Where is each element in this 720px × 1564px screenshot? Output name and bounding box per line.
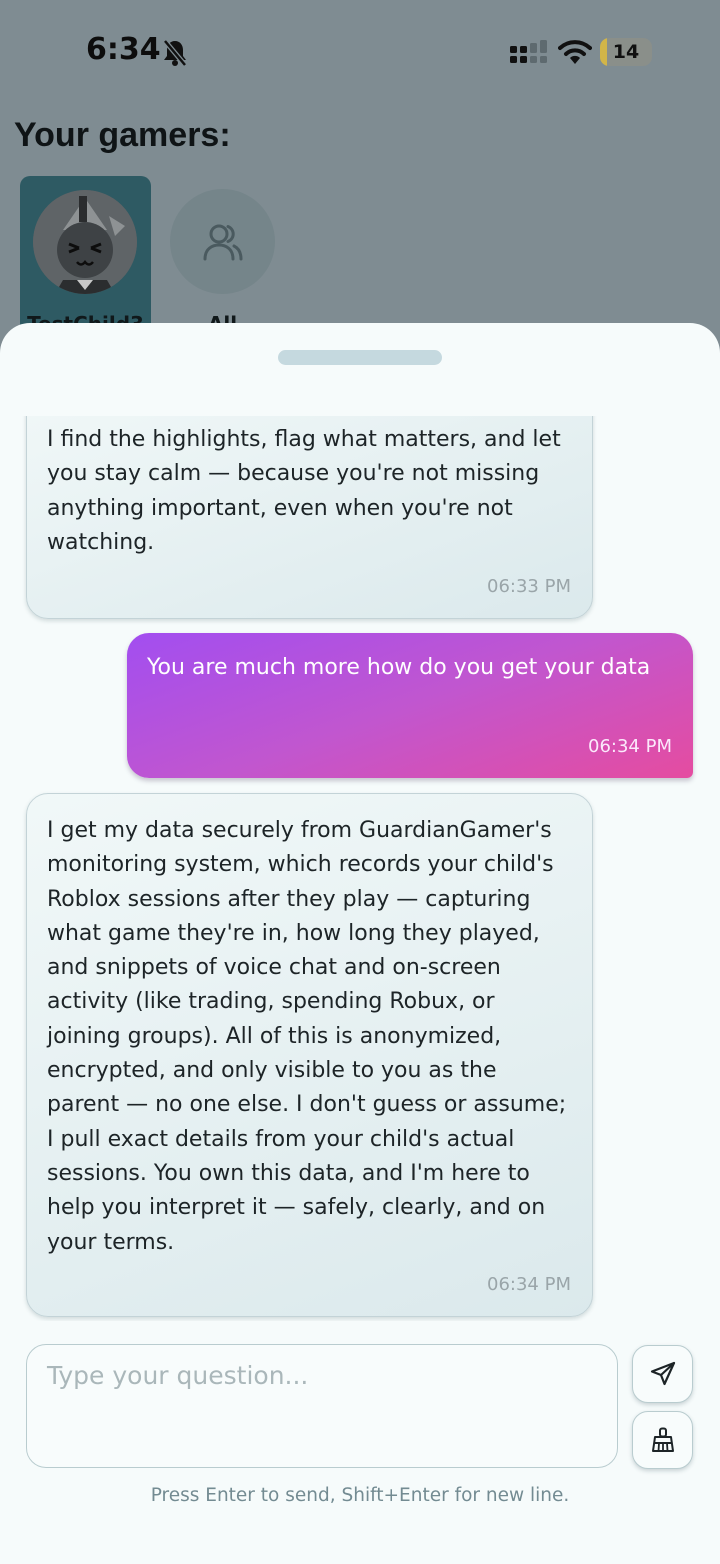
input-hint: Press Enter to send, Shift+Enter for new…: [150, 1485, 570, 1506]
message-text: I get my data securely from GuardianGame…: [47, 818, 567, 1255]
send-button[interactable]: [632, 1345, 693, 1403]
battery-level: 14: [612, 41, 640, 63]
cellular-signal-icon: [510, 40, 547, 63]
gamer-card-selected[interactable]: TestChild3: [20, 176, 151, 346]
status-bar: 6:34 14: [0, 0, 720, 100]
drag-handle[interactable]: [278, 350, 442, 365]
clear-chat-button[interactable]: [632, 1411, 693, 1469]
gamers-title: Your gamers:: [14, 116, 231, 154]
message-time: 06:34 PM: [588, 736, 672, 757]
assistant-message: I get my data securely from GuardianGame…: [26, 793, 593, 1317]
broom-icon: [652, 1427, 674, 1452]
message-time: 06:34 PM: [487, 1274, 571, 1295]
avatar-icon: [33, 190, 137, 294]
battery-icon: 14: [600, 38, 652, 66]
wifi-icon: [558, 40, 592, 64]
users-icon: [203, 224, 243, 261]
avatar: [33, 190, 137, 294]
send-icon: [650, 1361, 676, 1386]
all-gamers-button[interactable]: [170, 189, 275, 294]
assistant-message: I find the highlights, flag what matters…: [26, 416, 593, 619]
chat-sheet: I find the highlights, flag what matters…: [0, 323, 720, 1564]
question-input-box[interactable]: [26, 1344, 618, 1468]
message-text: You are much more how do you get your da…: [147, 655, 651, 680]
message-list[interactable]: I find the highlights, flag what matters…: [0, 416, 720, 1321]
message-time: 06:33 PM: [487, 576, 571, 597]
bell-slash-icon: [163, 39, 187, 67]
status-time: 6:34: [86, 32, 161, 67]
user-message: You are much more how do you get your da…: [127, 633, 693, 778]
message-text: I find the highlights, flag what matters…: [47, 427, 561, 555]
question-input[interactable]: [27, 1345, 617, 1467]
